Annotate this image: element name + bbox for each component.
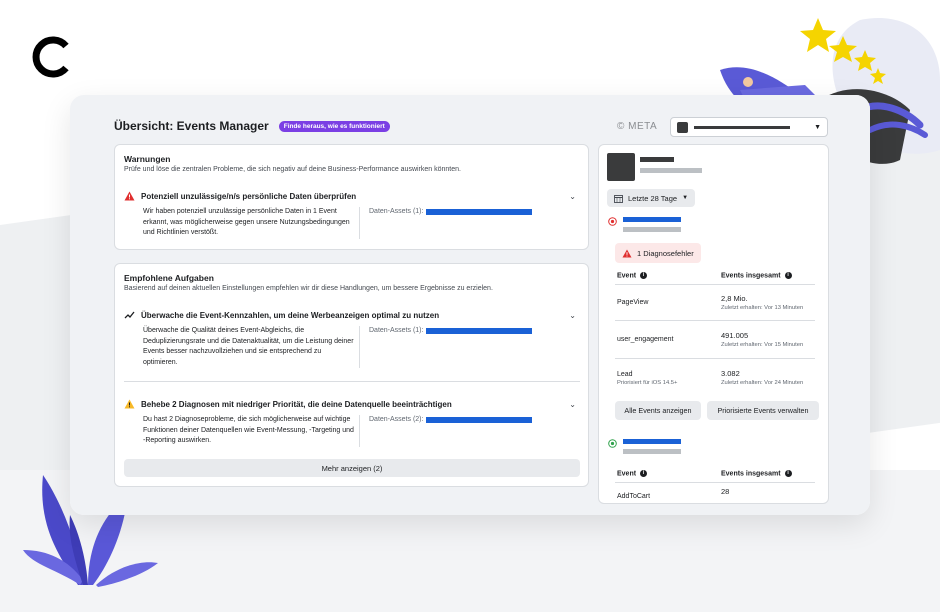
tasks-title: Empfohlene Aufgaben xyxy=(124,273,214,283)
event-count: 3.082 xyxy=(721,369,740,378)
info-icon[interactable]: i xyxy=(640,469,648,477)
business-avatar xyxy=(607,153,635,181)
task-item-description: Du hast 2 Diagnoseprobleme, die sich mög… xyxy=(143,416,354,444)
data-assets-label: Daten-Assets (1): xyxy=(369,208,424,215)
data-source-name-redacted xyxy=(623,439,681,454)
business-name-redacted xyxy=(640,157,674,162)
chevron-down-icon[interactable]: ⌄ xyxy=(569,192,576,201)
event-name: user_engagement xyxy=(617,336,674,343)
separator xyxy=(124,381,580,382)
events-manager-window: Übersicht: Events Manager Finde heraus, … xyxy=(70,95,870,515)
event-count: 491.005 xyxy=(721,330,749,340)
date-range-button[interactable]: Letzte 28 Tage ▼ xyxy=(607,189,696,207)
business-id-redacted xyxy=(640,168,702,173)
data-assets-label: Daten-Assets (1): xyxy=(369,327,424,334)
date-range-label: Letzte 28 Tage xyxy=(628,193,678,203)
data-sources-panel: Letzte 28 Tage ▼ 1 Diagnosefehler Event … xyxy=(598,144,829,504)
recommended-tasks-panel: Empfohlene Aufgaben Basierend auf deinen… xyxy=(114,263,589,487)
task-item-description: Überwache die Qualität deines Event-Abgl… xyxy=(143,327,354,366)
divider xyxy=(359,326,360,368)
table-row[interactable]: user_engagement 491.005 Zuletzt erhalten:… xyxy=(615,321,815,359)
page-title: Übersicht: Events Manager xyxy=(114,119,269,133)
data-source-active-icon xyxy=(608,439,617,448)
caret-down-icon: ▼ xyxy=(814,123,821,131)
column-events-total: Events insgesamt xyxy=(721,272,781,280)
caret-down-icon: ▼ xyxy=(682,195,689,201)
warnings-subtitle: Prüfe und löse die zentralen Probleme, d… xyxy=(124,166,461,173)
show-more-button[interactable]: Mehr anzeigen (2) xyxy=(124,459,580,477)
manage-prioritized-events-button[interactable]: Priorisierte Events verwalten xyxy=(707,401,819,420)
account-avatar xyxy=(677,121,688,133)
column-events-total: Events insgesamt xyxy=(721,470,781,478)
column-event: Event xyxy=(617,272,637,280)
warning-item-header[interactable]: Potenziell unzulässige/n/s persönliche D… xyxy=(124,191,356,201)
data-assets: Daten-Assets (1): xyxy=(369,208,533,215)
event-count: 2,8 Mio. xyxy=(721,293,748,303)
task-item-title: Überwache die Event-Kennzahlen, um deine… xyxy=(141,310,440,320)
last-received: Zuletzt erhalten: Vor 15 Minuten xyxy=(721,341,804,348)
divider xyxy=(359,415,360,447)
chevron-down-icon[interactable]: ⌄ xyxy=(569,400,576,409)
calendar-icon xyxy=(614,194,623,203)
chevron-down-icon[interactable]: ⌄ xyxy=(569,311,576,320)
data-asset-link[interactable] xyxy=(426,416,533,423)
info-icon[interactable]: i xyxy=(784,271,792,279)
data-source-2[interactable] xyxy=(608,439,681,454)
account-name-redacted xyxy=(694,125,790,129)
table-row[interactable]: AddToCart 28 xyxy=(615,483,815,503)
window-body: Übersicht: Events Manager Finde heraus, … xyxy=(70,95,870,515)
divider xyxy=(359,207,360,239)
task-item-title: Behebe 2 Diagnosen mit niedriger Priorit… xyxy=(141,399,452,409)
column-event: Event xyxy=(617,470,637,478)
help-link-pill[interactable]: Finde heraus, wie es funktioniert xyxy=(278,120,390,132)
task-item-header[interactable]: Überwache die Event-Kennzahlen, um deine… xyxy=(124,310,439,320)
event-name: Lead xyxy=(617,370,633,378)
info-icon[interactable]: i xyxy=(784,469,792,477)
table-row[interactable]: Lead Priorisiert für iOS 14.5+ 3.082 Zulet… xyxy=(615,359,815,397)
event-name: PageView xyxy=(617,299,649,306)
events-table-2: Event i Events insgesamt i AddToCart 28 xyxy=(615,465,815,503)
warning-item-title: Potenziell unzulässige/n/s persönliche D… xyxy=(141,191,357,201)
warning-triangle-icon xyxy=(124,399,135,409)
brand-logo-icon xyxy=(32,36,69,78)
task-item-header[interactable]: Behebe 2 Diagnosen mit niedriger Priorit… xyxy=(124,399,452,409)
last-received: Zuletzt erhalten: Vor 13 Minuten xyxy=(721,304,804,311)
events-table-1: Event i Events insgesamt i PageView 2,8 Mi… xyxy=(615,267,815,397)
data-source-error-icon xyxy=(608,217,617,226)
last-received: Zuletzt erhalten: Vor 24 Minuten xyxy=(721,380,804,386)
table-row[interactable]: PageView 2,8 Mio. Zuletzt erhalten: Vor 1… xyxy=(615,285,815,321)
diagnostic-error-label: 1 Diagnosefehler xyxy=(637,248,694,258)
error-triangle-icon xyxy=(124,191,135,201)
data-asset-link[interactable] xyxy=(426,327,533,334)
data-source-1[interactable] xyxy=(608,217,681,232)
warnings-panel: Warnungen Prüfe und löse die zentralen P… xyxy=(114,144,589,250)
meta-label: © META xyxy=(617,121,658,132)
data-asset-link[interactable] xyxy=(426,208,533,215)
info-icon[interactable]: i xyxy=(640,271,648,279)
event-priority-note: Priorisiert für iOS 14.5+ xyxy=(617,379,678,386)
event-name: AddToCart xyxy=(617,493,651,500)
warnings-title: Warnungen xyxy=(124,154,171,164)
data-assets: Daten-Assets (1): xyxy=(369,327,533,334)
diagnostic-error-badge[interactable]: 1 Diagnosefehler xyxy=(615,243,701,263)
page-header: Übersicht: Events Manager Finde heraus, … xyxy=(114,119,390,133)
data-assets-label: Daten-Assets (2): xyxy=(369,416,424,423)
error-triangle-icon xyxy=(622,248,632,258)
data-source-name-redacted xyxy=(623,217,681,232)
metrics-sparkle-icon xyxy=(124,311,135,319)
table-header: Event i Events insgesamt i xyxy=(615,465,815,483)
view-all-events-button[interactable]: Alle Events anzeigen xyxy=(615,401,701,420)
account-selector[interactable]: ▼ xyxy=(670,117,828,137)
warning-item-description: Wir haben potenziell unzulässige persönl… xyxy=(143,208,350,236)
tasks-subtitle: Basierend auf deinen aktuellen Einstellu… xyxy=(124,285,493,292)
table-header: Event i Events insgesamt i xyxy=(615,267,815,285)
event-count: 28 xyxy=(721,487,730,496)
data-assets: Daten-Assets (2): xyxy=(369,416,533,423)
